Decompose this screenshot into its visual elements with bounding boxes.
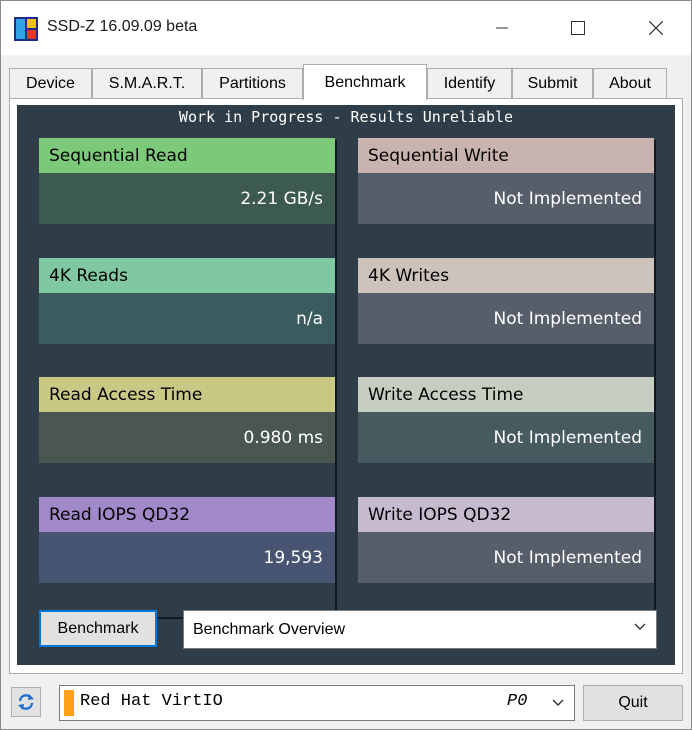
card-value: 0.980 ms	[39, 412, 335, 463]
card-title: 4K Reads	[39, 258, 335, 293]
card-value: Not Implemented	[358, 532, 654, 583]
tab-about[interactable]: About	[593, 68, 667, 98]
card-title: 4K Writes	[358, 258, 654, 293]
4k-reads-card: 4K Reads n/a	[39, 258, 335, 378]
drive-select[interactable]: Red Hat VirtIO P0	[59, 685, 575, 721]
card-value: Not Implemented	[358, 412, 654, 463]
tab-device[interactable]: Device	[9, 68, 92, 98]
card-value: 19,593	[39, 532, 335, 583]
drive-name: Red Hat VirtIO	[80, 692, 223, 711]
app-window: SSD-Z 16.09.09 beta Device S.M.A.R.T. Pa…	[0, 0, 692, 730]
benchmark-view-value: Benchmark Overview	[193, 620, 346, 638]
read-access-time-card: Read Access Time 0.980 ms	[39, 377, 335, 497]
card-title: Write Access Time	[358, 377, 654, 412]
close-icon	[649, 21, 663, 35]
sequential-read-card: Sequential Read 2.21 GB/s	[39, 138, 335, 258]
tab-partitions[interactable]: Partitions	[202, 68, 303, 98]
tab-strip: Device S.M.A.R.T. Partitions Benchmark I…	[9, 64, 681, 100]
tab-smart[interactable]: S.M.A.R.T.	[92, 68, 202, 98]
tab-benchmark[interactable]: Benchmark	[303, 64, 427, 100]
chevron-down-icon	[552, 699, 564, 706]
write-iops-card: Write IOPS QD32 Not Implemented	[358, 497, 654, 617]
card-value: Not Implemented	[358, 173, 654, 224]
notice-banner: Work in Progress - Results Unreliable	[178, 108, 514, 126]
minimize-icon	[496, 27, 508, 29]
card-value: Not Implemented	[358, 293, 654, 344]
card-title: Sequential Read	[39, 138, 335, 173]
quit-button[interactable]: Quit	[583, 685, 683, 721]
benchmark-panel: Work in Progress - Results Unreliable Se…	[17, 105, 675, 665]
minimize-button[interactable]	[479, 1, 525, 55]
benchmark-button[interactable]: Benchmark	[39, 610, 157, 647]
chevron-down-icon	[634, 623, 646, 630]
card-title: Read Access Time	[39, 377, 335, 412]
card-title: Write IOPS QD32	[358, 497, 654, 532]
card-value: n/a	[39, 293, 335, 344]
drive-index: P0	[507, 692, 528, 711]
benchmark-view-select[interactable]: Benchmark Overview	[183, 610, 657, 649]
read-iops-card: Read IOPS QD32 19,593	[39, 497, 335, 617]
write-access-time-card: Write Access Time Not Implemented	[358, 377, 654, 497]
close-button[interactable]	[633, 1, 679, 55]
4k-writes-card: 4K Writes Not Implemented	[358, 258, 654, 378]
card-value: 2.21 GB/s	[39, 173, 335, 224]
drive-marker	[64, 690, 74, 716]
title-bar[interactable]: SSD-Z 16.09.09 beta	[1, 1, 691, 55]
card-title: Read IOPS QD32	[39, 497, 335, 532]
tab-submit[interactable]: Submit	[512, 68, 593, 98]
card-title: Sequential Write	[358, 138, 654, 173]
window-title: SSD-Z 16.09.09 beta	[47, 18, 198, 35]
maximize-button[interactable]	[555, 1, 601, 55]
ssdz-app-icon	[14, 17, 38, 41]
tab-identify[interactable]: Identify	[427, 68, 512, 98]
refresh-button[interactable]	[11, 687, 41, 717]
maximize-icon	[571, 21, 585, 35]
refresh-icon	[18, 694, 34, 710]
sequential-write-card: Sequential Write Not Implemented	[358, 138, 654, 258]
